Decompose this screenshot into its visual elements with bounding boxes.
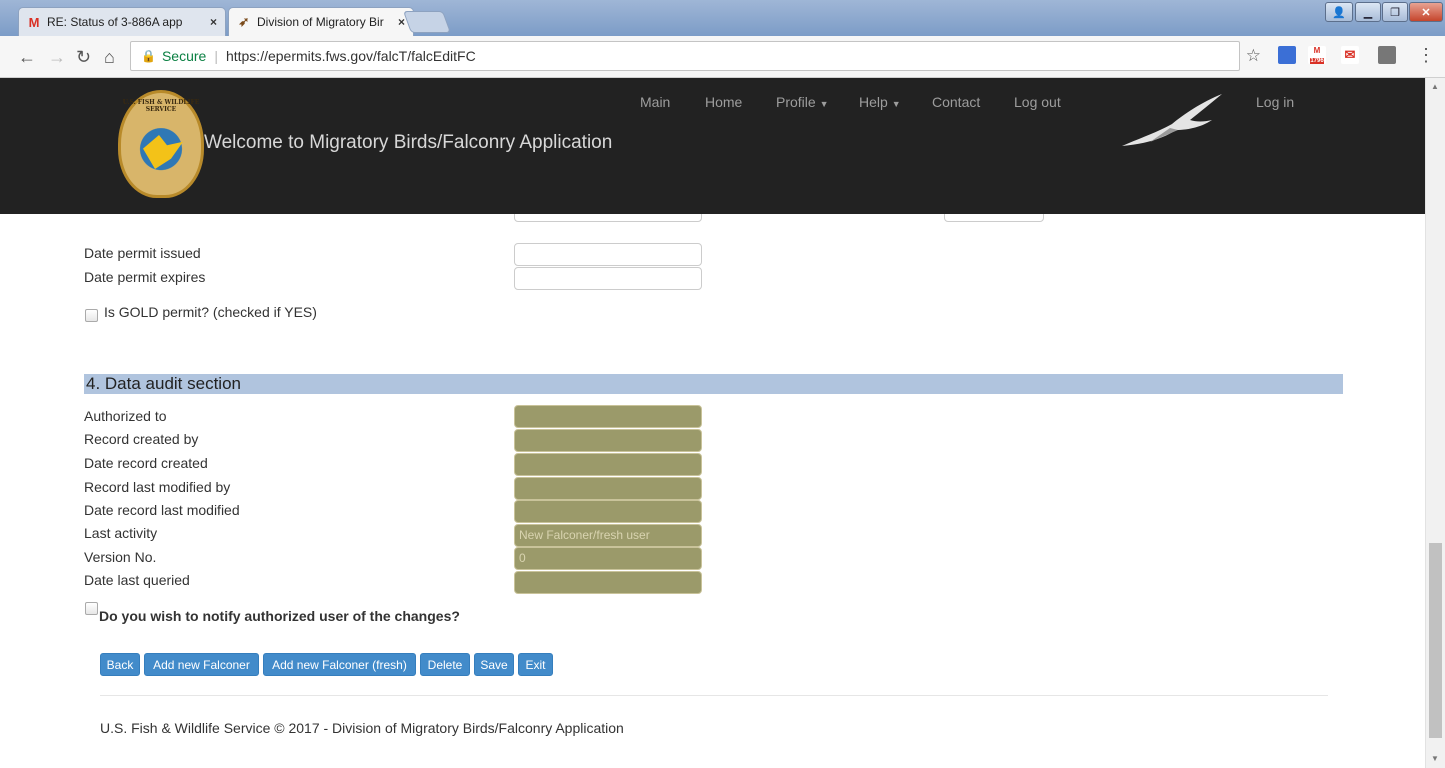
version-no-input[interactable]: 0 [514,547,702,570]
separator: | [214,48,218,64]
nav-help-label: Help [859,94,888,110]
gold-permit-checkbox[interactable] [85,309,98,322]
fws-logo: U.S. FISH & WILDLIFE SERVICE [118,90,204,198]
logo-text: U.S. FISH & WILDLIFE SERVICE [122,99,200,113]
mail-extension-icon[interactable]: ✉ [1341,46,1359,64]
last-activity-label: Last activity [84,525,158,541]
date-record-created-label: Date record created [84,455,208,471]
new-tab-button[interactable] [402,11,452,33]
record-created-by-input[interactable] [514,429,702,452]
authorized-to-input[interactable] [514,405,702,428]
maximize-button[interactable]: ❐ [1382,2,1408,22]
date-expires-label: Date permit expires [84,269,206,285]
lock-icon: 🔒 [141,49,156,63]
date-record-created-input[interactable] [514,453,702,476]
add-falconer-button[interactable]: Add new Falconer [144,653,259,676]
date-last-queried-label: Date last queried [84,572,190,588]
date-record-modified-input[interactable] [514,500,702,523]
gold-permit-label: Is GOLD permit? (checked if YES) [104,304,317,320]
minimize-button[interactable]: ▁ [1355,2,1381,22]
duck-emblem-icon [143,135,183,169]
add-falconer-fresh-button[interactable]: Add new Falconer (fresh) [263,653,416,676]
delete-button[interactable]: Delete [420,653,470,676]
date-issued-input[interactable] [514,243,702,266]
notify-label: Do you wish to notify authorized user of… [99,608,460,624]
record-modified-by-input[interactable] [514,477,702,500]
forward-arrow-icon[interactable]: → [48,47,66,67]
gmail-badge: 1796 [1310,58,1324,64]
url-text: https://epermits.fws.gov/falcT/falcEditF… [225,48,476,64]
extension-icon[interactable] [1378,46,1396,64]
scroll-down-icon[interactable]: ▼ [1431,754,1439,763]
footer-text: U.S. Fish & Wildlife Service © 2017 - Di… [100,720,624,736]
date-last-queried-input[interactable] [514,571,702,594]
close-tab-icon[interactable]: × [398,15,405,29]
record-modified-by-label: Record last modified by [84,479,231,495]
notify-checkbox[interactable] [85,602,98,615]
tab-falconry[interactable]: ➶ Division of Migratory Bir × [228,7,414,36]
date-record-modified-label: Date record last modified [84,502,240,518]
menu-icon[interactable]: ⋮ [1417,45,1435,65]
nav-profile[interactable]: Profile ▼ [776,94,829,110]
scrollbar-thumb[interactable] [1429,543,1442,738]
home-icon[interactable]: ⌂ [104,47,115,67]
exit-button[interactable]: Exit [518,653,553,676]
user-icon[interactable]: 👤 [1325,2,1353,22]
nav-home[interactable]: Home [705,94,742,110]
close-window-button[interactable]: ✕ [1409,2,1443,22]
address-bar[interactable]: 🔒 Secure | https://epermits.fws.gov/falc… [130,41,1261,71]
secure-label: Secure [161,48,207,64]
bookmark-star-icon[interactable]: ☆ [1246,46,1261,66]
reload-icon[interactable]: ↻ [76,47,91,67]
back-button[interactable]: Back [100,653,140,676]
falcon-icon [1122,94,1222,146]
nav-help[interactable]: Help ▼ [859,94,901,110]
extension-icon[interactable] [1278,46,1296,64]
version-no-label: Version No. [84,549,157,565]
browser-titlebar: M RE: Status of 3-886A app × ➶ Division … [0,0,1445,36]
save-button[interactable]: Save [474,653,514,676]
date-expires-input[interactable] [514,267,702,290]
browser-toolbar: ← → ↻ ⌂ 🔒 Secure | https://epermits.fws.… [0,36,1445,78]
caret-down-icon: ▼ [891,99,901,109]
bird-icon: ➶ [238,14,250,29]
record-created-by-label: Record created by [84,431,199,447]
last-activity-input[interactable]: New Falconer/fresh user [514,524,702,547]
close-tab-icon[interactable]: × [210,15,217,29]
site-header: U.S. FISH & WILDLIFE SERVICE Welcome to … [0,78,1425,214]
caret-down-icon: ▼ [819,99,829,109]
nav-profile-label: Profile [776,94,816,110]
gmail-extension-icon[interactable]: M 1796 [1308,46,1326,64]
tab-label: Division of Migratory Bir [257,15,384,29]
back-arrow-icon[interactable]: ← [18,47,36,67]
page-content: U.S. FISH & WILDLIFE SERVICE Welcome to … [0,78,1425,768]
audit-section-header: 4. Data audit section [84,374,1343,394]
date-issued-label: Date permit issued [84,245,201,261]
nav-login[interactable]: Log in [1256,94,1294,110]
site-title: Welcome to Migratory Birds/Falconry Appl… [204,132,613,153]
nav-contact[interactable]: Contact [932,94,980,110]
tab-gmail[interactable]: M RE: Status of 3-886A app × [18,7,226,36]
gmail-icon: M [28,14,40,30]
nav-main[interactable]: Main [640,94,670,110]
scroll-up-icon[interactable]: ▲ [1431,82,1439,91]
divider [100,695,1328,696]
tab-label: RE: Status of 3-886A app [47,15,183,29]
nav-logout[interactable]: Log out [1014,94,1061,110]
authorized-to-label: Authorized to [84,408,167,424]
page-scrollbar[interactable]: ▲ ▼ [1425,78,1445,768]
